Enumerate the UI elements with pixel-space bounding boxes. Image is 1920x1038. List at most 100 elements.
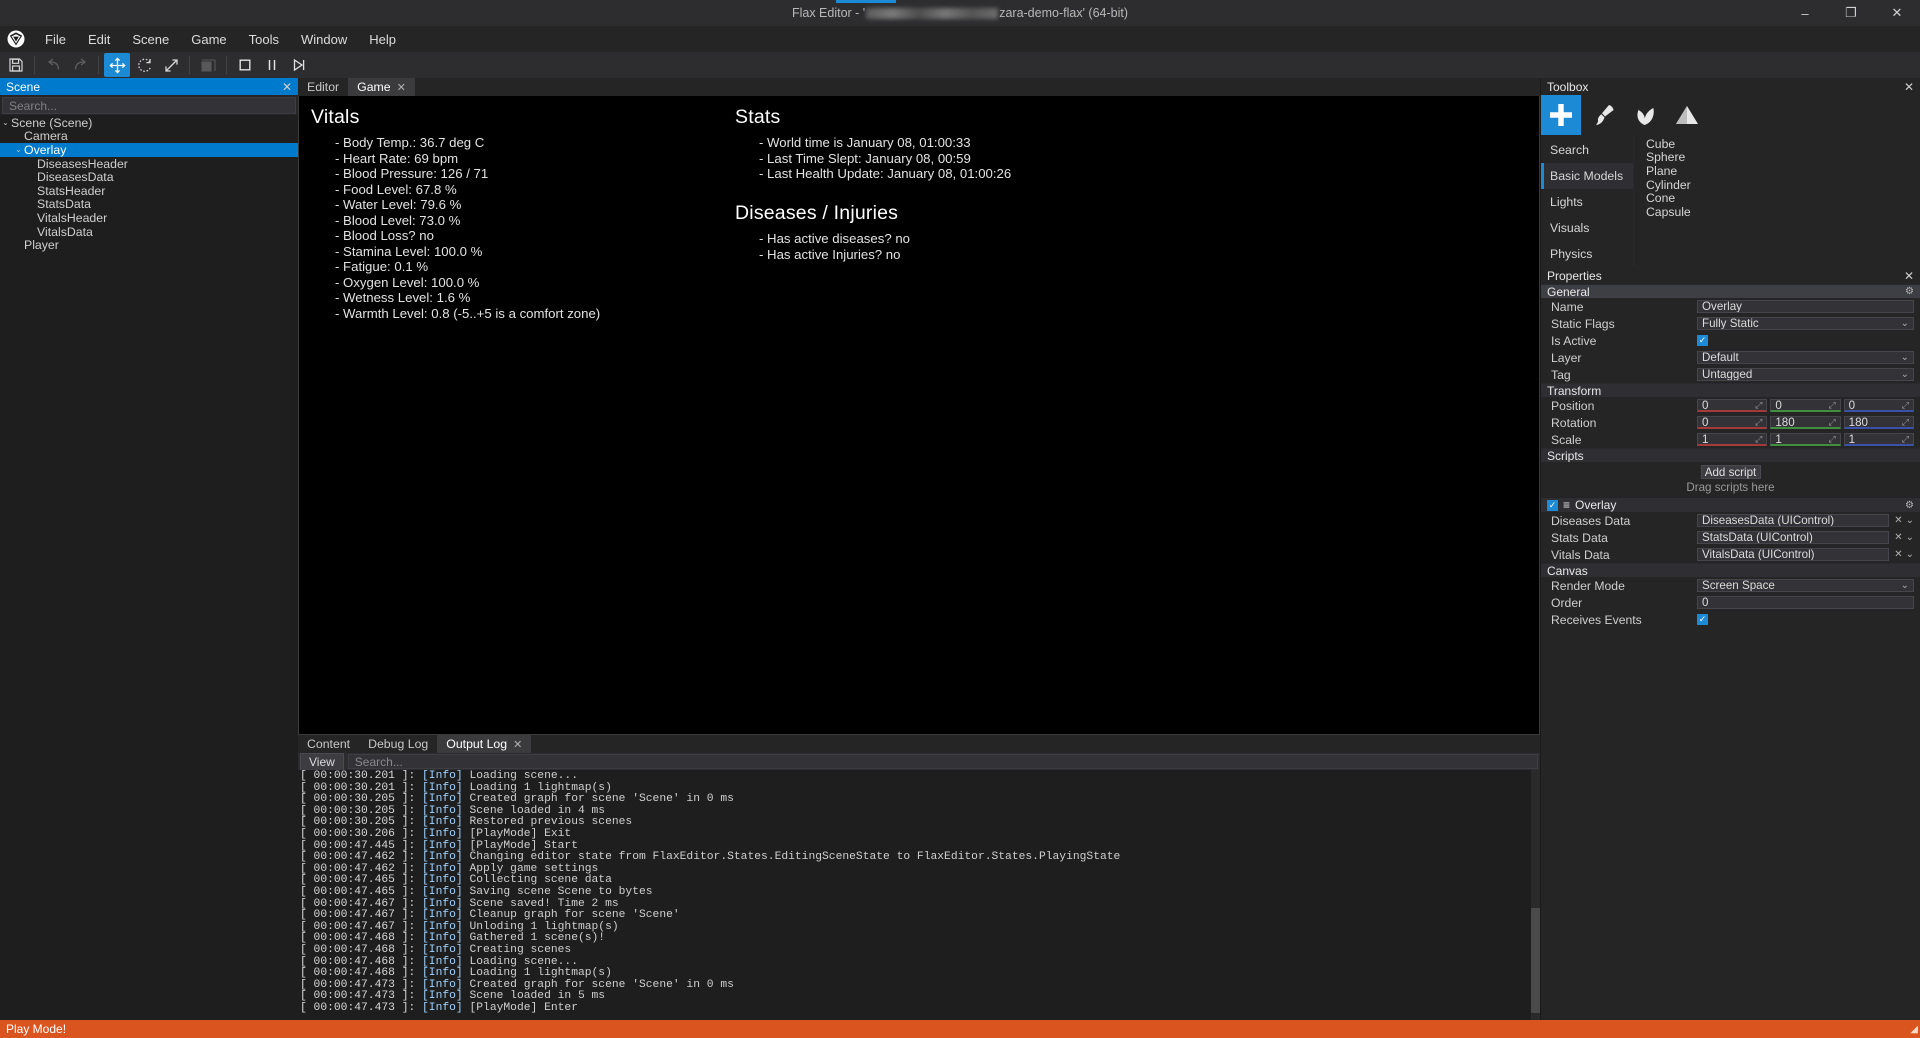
transform-group-header[interactable]: Transform [1541,383,1920,398]
minimize-icon[interactable]: – [1782,0,1828,26]
tab-debug-log[interactable]: Debug Log [359,735,438,753]
chevron-down-icon[interactable]: ⌄ [1906,515,1914,526]
gear-icon[interactable]: ⚙ [1905,286,1914,297]
menu-file[interactable]: File [34,28,77,51]
drag-handle-icon[interactable]: ⤢ [1902,417,1909,428]
maximize-icon[interactable]: ❐ [1828,0,1874,26]
toolbox-item-cube[interactable]: Cube [1634,137,1920,151]
rotation-x-input[interactable]: 0 ⤢ [1697,416,1768,429]
clear-reference-icon[interactable]: ✕ [1894,549,1902,560]
checkbox-is-active[interactable]: ✓ [1697,335,1708,346]
close-icon[interactable]: ✕ [1904,269,1914,283]
toolbox-item-cylinder[interactable]: Cylinder [1634,178,1920,192]
tree-item-vitalsdata[interactable]: VitalsData [0,225,298,239]
bottom-tab-strip[interactable]: Content Debug Log Output Log ✕ [298,735,1540,753]
toolbox-category-lights[interactable]: Lights [1541,189,1633,215]
menu-tools[interactable]: Tools [238,28,290,51]
drag-handle-icon[interactable]: ⤢ [1828,434,1835,445]
toolbox-category-basic-models[interactable]: Basic Models [1541,163,1633,189]
menu-game[interactable]: Game [180,28,237,51]
menu-window[interactable]: Window [290,28,358,51]
translate-gizmo-icon[interactable] [104,53,130,77]
input-tag[interactable]: Untagged [1697,368,1914,381]
tab-game[interactable]: Game ✕ [348,78,415,96]
drag-handle-icon[interactable]: ⤢ [1828,400,1835,411]
tree-item-camera[interactable]: Camera [0,129,298,143]
drag-handle-icon[interactable]: ⤢ [1755,400,1762,411]
properties-panel-header[interactable]: Properties ✕ [1541,267,1920,284]
input-name[interactable]: Overlay [1697,300,1914,313]
clear-reference-icon[interactable]: ✕ [1894,532,1902,543]
menu-edit[interactable]: Edit [77,28,121,51]
close-icon[interactable]: ✕ [1904,80,1914,94]
reference-input-vitals-data[interactable]: VitalsData (UIControl) [1697,548,1890,561]
tree-expand-arrow[interactable]: ⌄ [0,118,11,127]
terrain-mountain-icon[interactable] [1667,95,1707,135]
overlay-script-enabled-checkbox[interactable]: ✓ [1547,499,1558,511]
grid-snap-icon[interactable] [195,53,221,77]
toolbox-item-cone[interactable]: Cone [1634,191,1920,205]
close-icon[interactable]: ✕ [513,738,522,751]
redo-icon[interactable] [67,53,93,77]
clear-reference-icon[interactable]: ✕ [1894,515,1902,526]
checkbox-receives-events[interactable]: ✓ [1697,614,1708,625]
menu-help[interactable]: Help [358,28,407,51]
overlay-script-menu-icon[interactable]: ≡ [1563,498,1570,512]
input-static-flags[interactable]: Fully Static [1697,317,1914,330]
tree-item-vitalsheader[interactable]: VitalsHeader [0,211,298,225]
drag-handle-icon[interactable]: ⤢ [1755,417,1762,428]
reference-input-diseases-data[interactable]: DiseasesData (UIControl) [1697,514,1890,527]
flax-logo-icon[interactable] [4,27,28,51]
reference-input-stats-data[interactable]: StatsData (UIControl) [1697,531,1890,544]
tree-item-statsdata[interactable]: StatsData [0,197,298,211]
toolbox-category-search[interactable]: Search [1541,137,1633,163]
close-icon[interactable]: ✕ [397,81,406,94]
scale-z-input[interactable]: 1 ⤢ [1843,433,1914,446]
chevron-down-icon[interactable]: ⌄ [1906,532,1914,543]
position-z-input[interactable]: 0 ⤢ [1843,399,1914,412]
log-scrollbar[interactable] [1531,770,1540,1020]
toolbox-item-capsule[interactable]: Capsule [1634,205,1920,219]
tree-item-player[interactable]: Player [0,238,298,252]
input-order[interactable]: 0 [1697,596,1914,609]
log-view-button[interactable]: View [300,752,344,771]
tree-item-diseasesdata[interactable]: DiseasesData [0,170,298,184]
gear-icon[interactable]: ⚙ [1905,500,1914,511]
drag-handle-icon[interactable]: ⤢ [1902,434,1909,445]
resize-grip-icon[interactable]: ◢ [1910,1024,1918,1035]
tab-content[interactable]: Content [298,735,360,753]
tree-item-diseasesheader[interactable]: DiseasesHeader [0,157,298,171]
add-script-button[interactable]: Add script [1700,465,1761,479]
scene-panel-header[interactable]: Scene ✕ [0,78,298,95]
tree-item-overlay[interactable]: ⌄ Overlay [0,143,298,157]
drag-handle-icon[interactable]: ⤢ [1902,400,1909,411]
tree-item-statsheader[interactable]: StatsHeader [0,184,298,198]
input-render-mode[interactable]: Screen Space [1697,579,1914,592]
canvas-group-header[interactable]: Canvas [1541,563,1920,578]
toolbox-item-list[interactable]: Cube Sphere Plane Cylinder Cone Capsule [1633,135,1920,267]
scene-search-input[interactable]: Search... [2,97,296,114]
log-scrollbar-thumb[interactable] [1531,907,1540,1013]
general-group-header[interactable]: General ⚙ [1541,284,1920,299]
foliage-leaf-icon[interactable] [1625,95,1665,135]
scale-x-input[interactable]: 1 ⤢ [1697,433,1768,446]
menu-scene[interactable]: Scene [121,28,180,51]
log-search-input[interactable]: Search... [347,754,1538,769]
paint-brush-icon[interactable] [1583,95,1623,135]
toolbox-item-plane[interactable]: Plane [1634,164,1920,178]
save-icon[interactable] [3,53,29,77]
rotation-z-input[interactable]: 180 ⤢ [1843,416,1914,429]
tree-expand-arrow[interactable]: ⌄ [13,145,24,154]
viewport-tab-strip[interactable]: Editor Game ✕ [298,78,1540,96]
position-y-input[interactable]: 0 ⤢ [1770,399,1841,412]
scene-tree[interactable]: ⌄ Scene (Scene) Camera ⌄ Overlay DiseasesHead… [0,115,298,1020]
tab-editor[interactable]: Editor [298,78,349,96]
tab-output-log[interactable]: Output Log ✕ [437,735,532,753]
rotate-gizmo-icon[interactable] [131,53,157,77]
scale-gizmo-icon[interactable] [158,53,184,77]
undo-icon[interactable] [40,53,66,77]
game-viewport[interactable]: Vitals - Body Temp.: 36.7 deg C- Heart R… [298,96,1540,735]
input-layer[interactable]: Default [1697,351,1914,364]
position-x-input[interactable]: 0 ⤢ [1697,399,1768,412]
toolbox-category-visuals[interactable]: Visuals [1541,215,1633,241]
